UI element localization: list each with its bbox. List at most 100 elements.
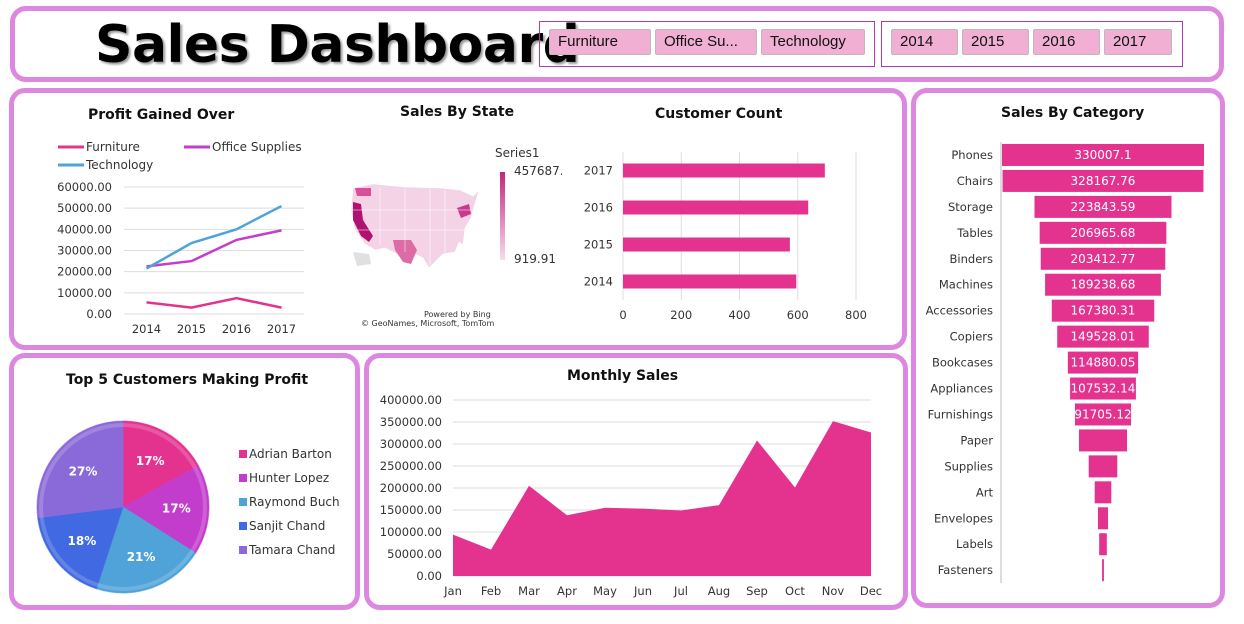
category-label: Copiers bbox=[950, 330, 993, 344]
pie-slice-label: 21% bbox=[127, 550, 156, 564]
customer-bar-chart: 0 200 400 600 800 2017 2016 2015 2014 bbox=[584, 152, 867, 322]
y-tick-label: 0.00 bbox=[86, 307, 112, 321]
category-value-label: 223843.59 bbox=[1071, 200, 1136, 214]
y-tick-label: 60000.00 bbox=[57, 180, 112, 194]
slicer-button-furniture[interactable]: Furniture bbox=[549, 29, 651, 55]
category-bar bbox=[1078, 429, 1128, 452]
y-tick-label: 10000.00 bbox=[57, 286, 112, 300]
slicer-button-office-supplies[interactable]: Office Su... bbox=[655, 29, 757, 55]
category-value-label: 203412.77 bbox=[1071, 252, 1136, 266]
map-credit-bing: Powered by Bing bbox=[424, 310, 491, 319]
x-tick-label: 0 bbox=[619, 308, 626, 322]
monthly-chart-title: Monthly Sales bbox=[567, 368, 679, 384]
slicer-button-technology[interactable]: Technology bbox=[761, 29, 865, 55]
category-value-label: 330007.1 bbox=[1074, 148, 1131, 162]
pie-slice-label: 27% bbox=[69, 465, 98, 479]
pie-slice-label: 17% bbox=[162, 502, 191, 516]
x-tick-label: 2017 bbox=[267, 322, 296, 336]
category-label: Supplies bbox=[944, 459, 993, 473]
x-tick-label: 400 bbox=[729, 308, 751, 322]
x-tick-label: 200 bbox=[670, 308, 692, 322]
map-series-label: Series1 bbox=[495, 146, 540, 160]
category-label: Storage bbox=[948, 200, 993, 214]
x-tick-label: Jan bbox=[443, 584, 462, 598]
x-tick-label: Nov bbox=[822, 584, 845, 598]
us-map-alaska bbox=[353, 252, 371, 266]
us-map-land bbox=[350, 183, 480, 269]
category-label: Phones bbox=[951, 148, 993, 162]
slicer-button-2015[interactable]: 2015 bbox=[962, 29, 1029, 55]
x-tick-label: Dec bbox=[860, 584, 882, 598]
y-tick-label: 50000.00 bbox=[387, 547, 442, 561]
year-slicer: 2014 2015 2016 2017 bbox=[881, 21, 1183, 67]
y-tick-label: 0.00 bbox=[416, 569, 442, 583]
legend-label: Sanjit Chand bbox=[249, 519, 325, 533]
y-tick-label: 50000.00 bbox=[57, 201, 112, 215]
category-label: Paper bbox=[960, 433, 993, 447]
legend-label: Tamara Chand bbox=[248, 543, 335, 557]
y-tick-label: 300000.00 bbox=[380, 437, 442, 451]
category-label: Tables bbox=[956, 226, 993, 240]
customer-bar bbox=[623, 163, 825, 178]
page-title: Sales Dashboard bbox=[95, 15, 580, 75]
customer-bar bbox=[623, 200, 809, 215]
map-credit-geonames: © GeoNames, Microsoft, TomTom bbox=[361, 319, 495, 328]
category-label: Chairs bbox=[957, 174, 993, 188]
category-bar bbox=[1094, 481, 1112, 504]
x-tick-label: Apr bbox=[557, 584, 577, 598]
x-tick-label: 2015 bbox=[177, 322, 206, 336]
map-max-label: 457687.6 bbox=[514, 164, 562, 178]
y-tick-label: 400000.00 bbox=[380, 393, 442, 407]
customer-bar bbox=[623, 274, 797, 289]
category-bar bbox=[1088, 455, 1118, 478]
profit-line-chart: Furniture Office Supplies Technology 0.00 10… bbox=[57, 140, 304, 336]
legend-label: Hunter Lopez bbox=[249, 471, 329, 485]
pie-slice-label: 17% bbox=[136, 454, 165, 468]
y-tick-label: 30000.00 bbox=[57, 244, 112, 258]
legend-swatch bbox=[239, 546, 247, 554]
category-label: Labels bbox=[956, 537, 993, 551]
category-bar bbox=[1097, 507, 1109, 530]
y-tick-label: 100000.00 bbox=[380, 525, 442, 539]
customer-bar bbox=[623, 237, 790, 252]
x-tick-label: 2016 bbox=[222, 322, 251, 336]
us-map-washington bbox=[355, 188, 371, 196]
legend-swatch bbox=[239, 474, 247, 482]
category-value-label: 114880.05 bbox=[1071, 356, 1136, 370]
legend-label: Raymond Buch bbox=[249, 495, 340, 509]
legend-label: Office Supplies bbox=[212, 140, 302, 154]
y-tick-label: 2017 bbox=[584, 164, 613, 178]
slicer-button-2014[interactable]: 2014 bbox=[891, 29, 958, 55]
legend-swatch bbox=[239, 498, 247, 506]
category-label: Appliances bbox=[930, 382, 993, 396]
slicer-button-2016[interactable]: 2016 bbox=[1033, 29, 1100, 55]
series-line-technology bbox=[145, 204, 283, 270]
category-label: Envelopes bbox=[934, 511, 993, 525]
map-min-label: 919.91 bbox=[514, 252, 556, 266]
category-label: Fasteners bbox=[938, 563, 993, 577]
y-tick-label: 200000.00 bbox=[380, 481, 442, 495]
category-value-label: 189238.68 bbox=[1071, 278, 1136, 292]
x-tick-label: 800 bbox=[845, 308, 867, 322]
y-tick-label: 2015 bbox=[584, 238, 613, 252]
x-tick-label: Sep bbox=[746, 584, 768, 598]
category-label: Accessories bbox=[926, 304, 993, 318]
y-tick-label: 250000.00 bbox=[380, 459, 442, 473]
category-value-label: 149528.01 bbox=[1071, 330, 1136, 344]
category-value-label: 107532.14 bbox=[1071, 382, 1136, 396]
category-label: Art bbox=[976, 485, 994, 499]
legend-label: Technology bbox=[85, 158, 153, 172]
pie-slice-label: 18% bbox=[68, 534, 97, 548]
category-slicer: Furniture Office Su... Technology bbox=[539, 21, 875, 67]
category-value-label: 91705.12 bbox=[1074, 407, 1131, 421]
category-label: Machines bbox=[939, 278, 993, 292]
customer-chart-title: Customer Count bbox=[655, 106, 783, 122]
slicer-button-2017[interactable]: 2017 bbox=[1104, 29, 1172, 55]
category-bar bbox=[1099, 533, 1107, 556]
x-tick-label: Oct bbox=[785, 584, 805, 598]
category-value-label: 206965.68 bbox=[1071, 226, 1136, 240]
y-tick-label: 2014 bbox=[584, 275, 613, 289]
y-tick-label: 20000.00 bbox=[57, 265, 112, 279]
y-tick-label: 150000.00 bbox=[380, 503, 442, 517]
legend-label: Adrian Barton bbox=[249, 447, 332, 461]
